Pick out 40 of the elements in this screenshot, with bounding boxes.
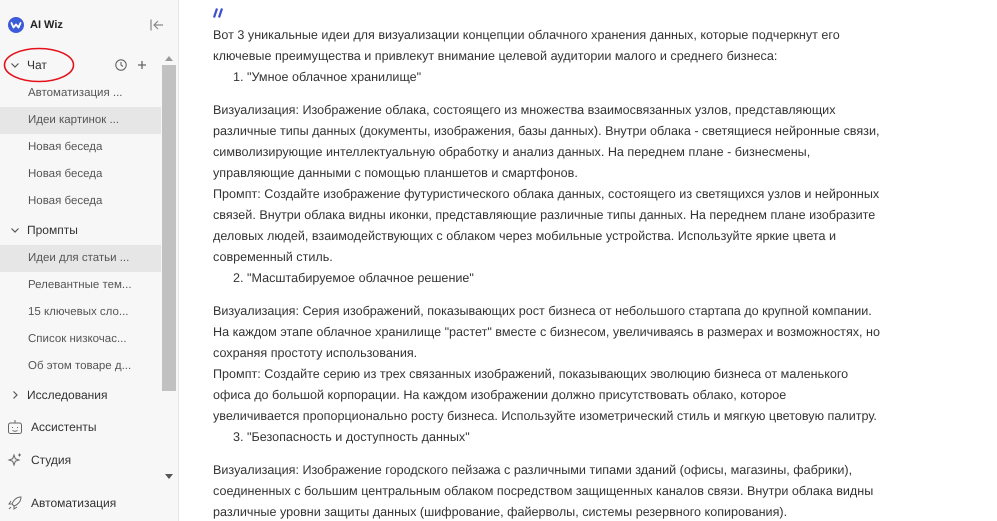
message-paragraph: Визуализация: Изображение облака, состоящего из множества взаимосвязанных узлов, представляющих различные типы данных (документы, изображения, базы данных). Внутри облака - светящиеся нейронные связи, символизирующие интеллектуальную обработку и анализ данных. На переднем плане - бизнесмены, управляющие данными с помощью планшетов и смартфонов.: [213, 102, 880, 182]
sidebar-item[interactable]: Новая беседа: [0, 188, 161, 215]
sidebar-item[interactable]: Новая беседа: [0, 134, 161, 161]
sidebar-item[interactable]: Релевантные тем...: [0, 272, 161, 299]
section-header[interactable]: Исследования: [10, 388, 108, 402]
list-item: 1. "Умное облачное хранилище": [232, 69, 422, 86]
sidebar-link[interactable]: Автоматизация: [0, 485, 178, 521]
sidebar-item[interactable]: Список низкочас...: [0, 326, 161, 353]
robot-icon: [7, 418, 23, 434]
scroll-down-arrow-icon[interactable]: [164, 474, 172, 479]
sidebar-item[interactable]: Новая беседа: [0, 161, 161, 188]
sidebar-link[interactable]: Студия: [0, 443, 161, 476]
add-icon[interactable]: [137, 60, 147, 70]
sidebar-item[interactable]: Об этом товаре д...: [0, 353, 161, 380]
sidebar-item[interactable]: 15 ключевых сло...: [0, 299, 161, 326]
sidebar-item[interactable]: Идеи картинок ...: [0, 107, 161, 134]
app-name: AI Wiz: [30, 19, 63, 31]
sidebar-link[interactable]: Ассистенты: [0, 410, 161, 443]
slash-icon: [213, 8, 224, 18]
scrollbar-thumb[interactable]: [162, 65, 176, 391]
rocket-icon: [7, 495, 23, 511]
chevron-icon: [10, 225, 20, 235]
message-paragraph: Промпт: Создайте изображение футуристического облака данных, состоящего из светящихся узлов и нейронных связей. Внутри облака видны иконки, представляющие различные типы данных. На переднем плане изобразите деловых людей, взаимодействующих с облаком через мобильные устройства. Используйте яркие цвета и современный стиль.: [213, 186, 880, 266]
message-paragraph: Визуализация: Изображение городского пейзажа с различными типами зданий (офисы, магазины, фабрики), соединенных с большим центральным облаком посредством защищенных каналов связи. Внутри облака видны различные уровни защиты данных (шифрование, файерволы, системы резервного копирования).: [213, 462, 874, 521]
message-paragraph: Промпт: Создайте серию из трех связанных изображений, показывающих эволюцию бизнеса от маленького офиса до большой корпорации. На каждом изображении должно присутствовать облако, которое увеличивается пропорционально росту бизнеса. Используйте изометрический стиль и мягкую цветовую палитру.: [213, 366, 878, 425]
sidebar-item[interactable]: Автоматизация ...: [0, 80, 161, 107]
sparkle-icon: [7, 452, 23, 468]
list-item: 2. "Масштабируемое облачное решение": [232, 270, 475, 287]
list-item: 3. "Безопасность и доступность данных": [232, 429, 471, 446]
message-paragraph: Визуализация: Серия изображений, показывающих рост бизнеса от небольшого стартапа до крупной компании. На каждом этапе облачное хранилище "растет" вместе с бизнесом, увеличиваясь в размерах и возможностях, но сохраняя простоту использования.: [213, 303, 882, 362]
logo-icon: [8, 17, 24, 33]
chevron-icon: [10, 390, 20, 400]
scroll-up-arrow-icon[interactable]: [164, 56, 172, 61]
sidebar-item[interactable]: Идеи для статьи ...: [0, 245, 161, 272]
chevron-icon: [10, 60, 20, 70]
section-header[interactable]: Промпты: [10, 223, 78, 237]
collapse-sidebar-icon[interactable]: [150, 19, 164, 31]
history-clock-icon[interactable]: [115, 59, 127, 71]
message-paragraph: Вот 3 уникальные идеи для визуализации концепции облачного хранения данных, которые подчеркнут его ключевые преимущества и привлекут внимание целевой аудитории малого и среднего бизнеса:: [213, 27, 841, 65]
annotation-circle: [3, 47, 75, 83]
